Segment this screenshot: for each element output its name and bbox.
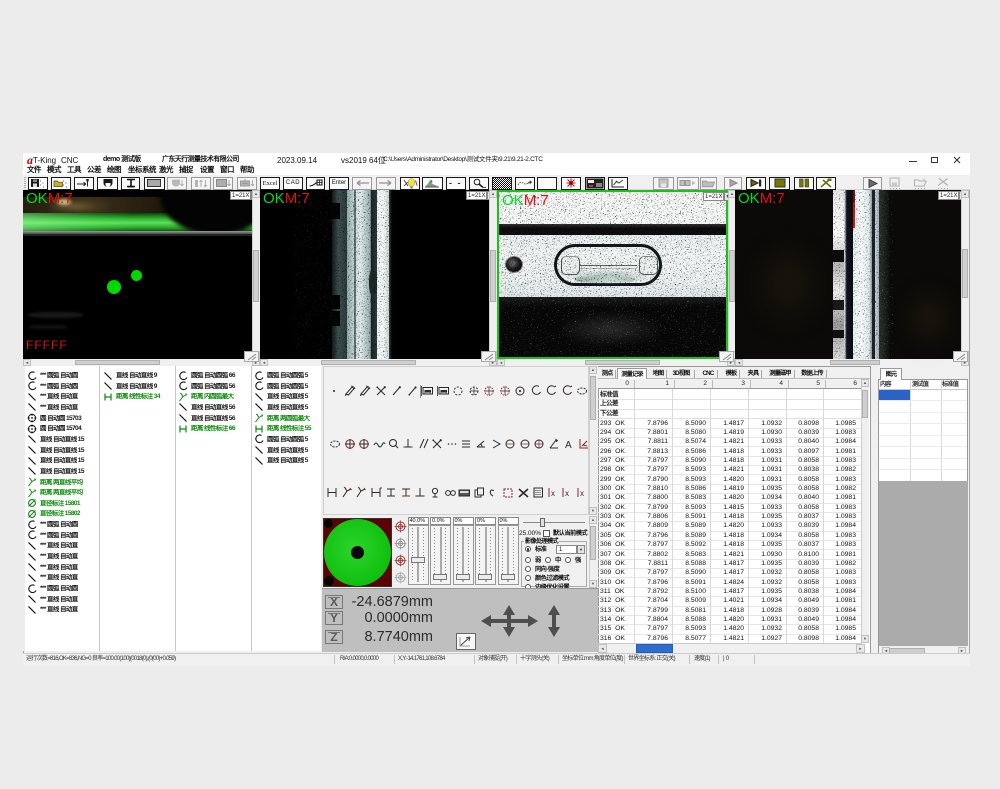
svg-text:x: x (580, 489, 584, 498)
svg-text:A: A (565, 440, 572, 450)
svg-text:x: x (551, 489, 555, 498)
svg-text:x: x (565, 489, 569, 498)
